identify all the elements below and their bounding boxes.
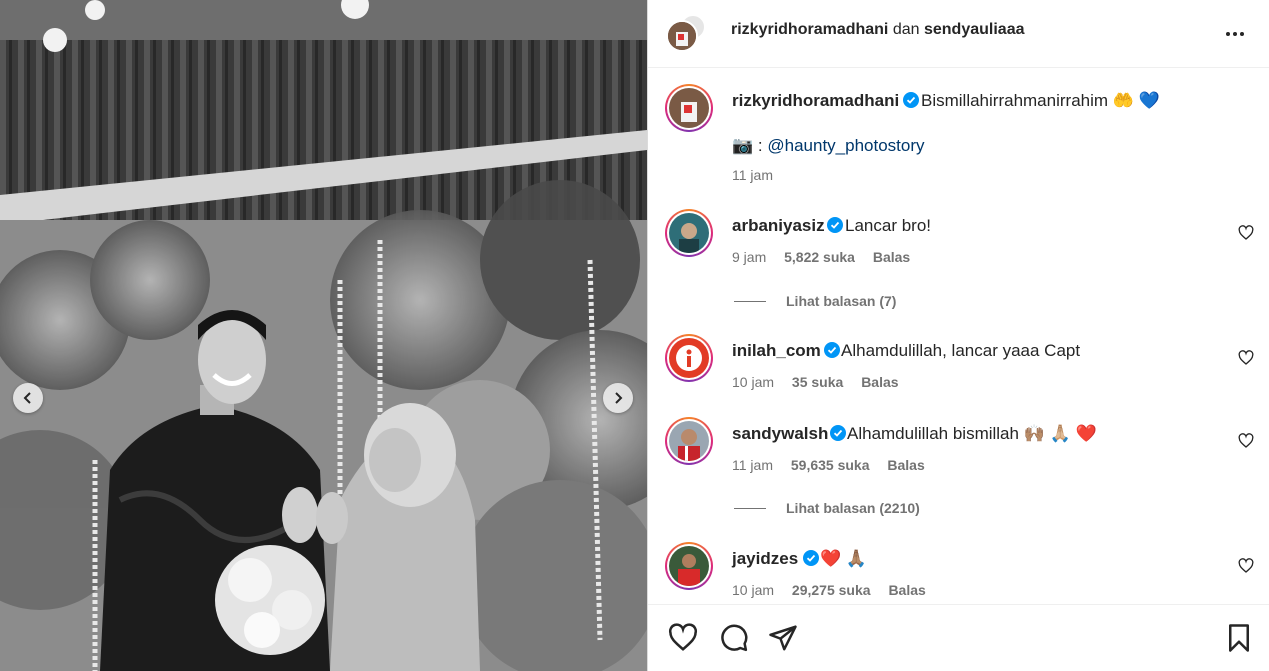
comment-time[interactable]: 11 jam	[732, 457, 773, 473]
comment-likes[interactable]: 59,635 suka	[791, 457, 870, 473]
comment-avatar-sandywalsh[interactable]	[665, 417, 713, 465]
comment-meta: 11 jam 59,635 suka Balas	[732, 457, 939, 473]
verified-badge-icon	[824, 342, 840, 358]
post-photo[interactable]	[0, 0, 647, 671]
comment-meta: 9 jam 5,822 suka Balas	[732, 249, 924, 265]
comment-avatar-inilah_com[interactable]	[665, 334, 713, 382]
header-conjunction: dan	[892, 21, 920, 38]
header-username-2[interactable]: sendyauliaaa	[924, 21, 1025, 38]
avatar-image	[669, 546, 709, 586]
wedding-photo-illustration	[0, 0, 647, 671]
avatar-image	[669, 421, 709, 461]
reply-button[interactable]: Balas	[873, 249, 910, 265]
caption-username[interactable]: rizkyridhoramadhani	[732, 91, 899, 111]
comment-icon[interactable]	[719, 623, 749, 653]
comment-username[interactable]: arbaniyasiz	[732, 216, 825, 236]
caption-avatar[interactable]	[665, 84, 713, 132]
collab-avatars[interactable]	[666, 14, 712, 54]
reply-button[interactable]: Balas	[861, 374, 898, 390]
next-photo-button[interactable]	[603, 383, 633, 413]
comments-section[interactable]: rizkyridhoramadhani Bismillahirrahmanirr…	[648, 68, 1269, 604]
avatar-image	[669, 213, 709, 253]
comment-emojis: 🙌🏽 🙏🏼 ❤️	[1023, 424, 1097, 443]
comment-username[interactable]: inilah_com	[732, 341, 821, 361]
post-side-panel: rizkyridhoramadhani dan sendyauliaaa riz…	[647, 0, 1269, 671]
comment-meta: 10 jam 29,275 suka Balas	[732, 582, 940, 598]
previous-photo-button[interactable]	[13, 383, 43, 413]
comment-meta: 10 jam 35 suka Balas	[732, 374, 913, 390]
comment-username[interactable]: sandywalsh	[732, 424, 828, 444]
bookmark-icon[interactable]	[1224, 623, 1254, 653]
avatar-image	[668, 22, 696, 50]
verified-badge-icon	[827, 217, 843, 233]
divider-line	[734, 507, 766, 509]
comment-emojis: ❤️ 🙏🏽	[820, 549, 868, 568]
caption-time[interactable]: 11 jam	[732, 167, 773, 183]
view-replies-label: Lihat balasan (2210)	[786, 500, 920, 516]
comment-likes[interactable]: 5,822 suka	[784, 249, 855, 265]
comment-text: Alhamdulillah bismillah 🙌🏽 🙏🏼 ❤️	[847, 424, 1097, 444]
comment-time[interactable]: 10 jam	[732, 374, 774, 390]
caption-text: Bismillahirrahmanirrahim 🤲 💙	[921, 91, 1160, 111]
reply-button[interactable]: Balas	[888, 582, 925, 598]
heart-icon[interactable]	[1238, 558, 1254, 574]
caption-emojis: 🤲 💙	[1112, 91, 1160, 110]
photographer-link[interactable]: @haunty_photostory	[767, 136, 924, 155]
divider-line	[734, 300, 766, 302]
post-header-title: rizkyridhoramadhani dan sendyauliaaa	[731, 21, 1024, 39]
comment-likes[interactable]: 29,275 suka	[792, 582, 871, 598]
credit-separator: :	[757, 136, 763, 155]
heart-icon[interactable]	[1238, 350, 1254, 366]
share-icon[interactable]	[768, 623, 798, 653]
comment-avatar-jayidzes[interactable]	[665, 542, 713, 590]
header-username-1[interactable]: rizkyridhoramadhani	[731, 21, 888, 38]
comment-text: Alhamdulillah, lancar yaaa Capt	[841, 341, 1081, 360]
heart-icon[interactable]	[668, 623, 698, 653]
reply-button[interactable]: Balas	[887, 457, 924, 473]
post-header: rizkyridhoramadhani dan sendyauliaaa	[648, 0, 1269, 68]
chevron-right-icon	[615, 392, 623, 404]
more-icon[interactable]	[1223, 22, 1247, 46]
verified-badge-icon	[903, 92, 919, 108]
verified-badge-icon	[803, 550, 819, 566]
avatar-image	[669, 338, 709, 378]
comment-time[interactable]: 9 jam	[732, 249, 766, 265]
view-replies-button[interactable]: Lihat balasan (2210)	[734, 500, 920, 516]
comment-time[interactable]: 10 jam	[732, 582, 774, 598]
heart-icon[interactable]	[1238, 225, 1254, 241]
comment-body: Alhamdulillah bismillah	[847, 424, 1019, 443]
avatar-rizkyridhoramadhani[interactable]	[666, 20, 698, 52]
comment-likes[interactable]: 35 suka	[792, 374, 843, 390]
view-replies-label: Lihat balasan (7)	[786, 293, 897, 309]
heart-icon[interactable]	[1238, 433, 1254, 449]
camera-emoji: 📷	[732, 136, 754, 155]
caption-credit: 📷 : @haunty_photostory	[732, 136, 925, 156]
comment-username[interactable]: jayidzes	[732, 549, 798, 569]
view-replies-button[interactable]: Lihat balasan (7)	[734, 293, 896, 309]
comment-avatar-arbaniyasiz[interactable]	[665, 209, 713, 257]
comment-text: ❤️ 🙏🏽	[820, 549, 867, 569]
comment-text: Lancar bro!	[845, 216, 931, 235]
avatar-image	[669, 88, 709, 128]
post-actions-bar	[648, 604, 1269, 671]
caption-body: Bismillahirrahmanirrahim	[921, 91, 1109, 110]
chevron-left-icon	[23, 392, 31, 404]
verified-badge-icon	[830, 425, 846, 441]
